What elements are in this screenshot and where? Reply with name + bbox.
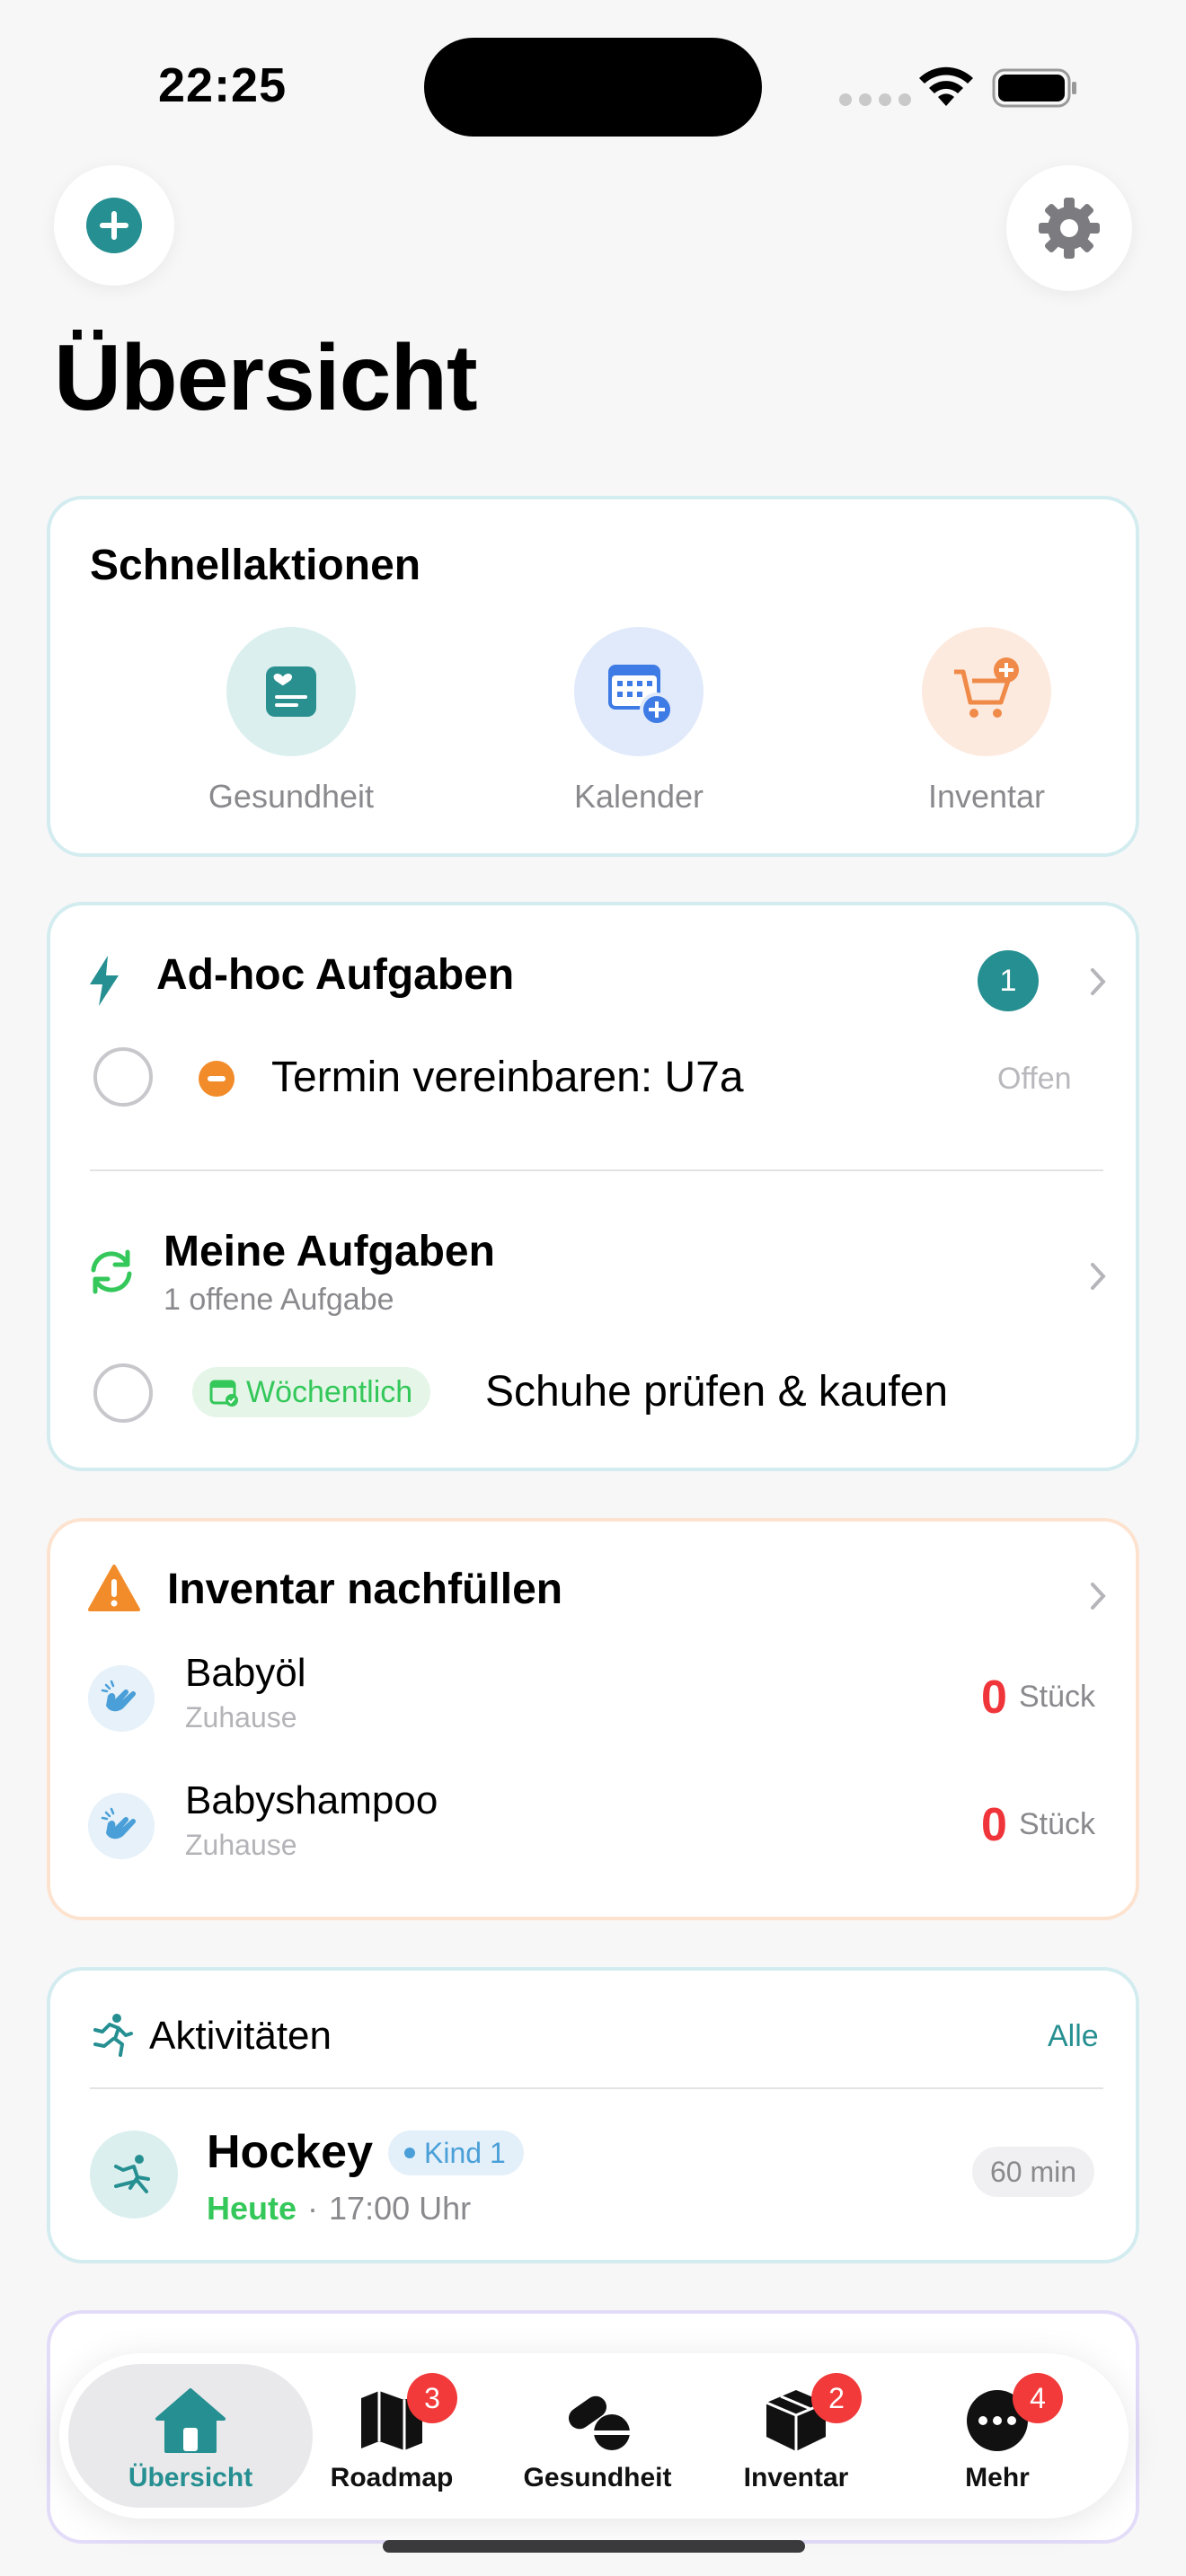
calendar-check-icon [209, 1380, 238, 1407]
inventory-item-name[interactable]: Babyshampoo [185, 1778, 438, 1823]
quick-action-label: Gesundheit [208, 778, 375, 815]
my-task-title[interactable]: Schuhe prüfen & kaufen [485, 1367, 948, 1416]
chevron-right-icon[interactable] [1082, 1581, 1112, 1611]
frequency-tag-label: Wöchentlich [246, 1374, 413, 1409]
tab-roadmap[interactable]: 3 Roadmap [302, 2353, 482, 2519]
tasks-card: Ad-hoc Aufgaben 1 Termin vereinbaren: U7… [47, 902, 1139, 1471]
status-time: 22:25 [158, 58, 288, 112]
tab-overview[interactable]: Übersicht [88, 2353, 293, 2519]
minus-circle-icon [199, 1061, 235, 1097]
inventory-title: Inventar nachfüllen [167, 1566, 563, 1613]
page-title: Übersicht [54, 326, 478, 430]
runner-icon [93, 2014, 133, 2057]
divider [90, 2087, 1103, 2089]
hockey-icon [90, 2130, 178, 2219]
activity-duration: 60 min [972, 2147, 1095, 2197]
my-tasks-subtitle: 1 offene Aufgabe [164, 1283, 394, 1317]
tab-label: Inventar [743, 2463, 849, 2492]
frequency-tag: Wöchentlich [192, 1367, 431, 1417]
house-icon [154, 2384, 227, 2457]
inventory-item-location: Zuhause [185, 1829, 297, 1861]
tab-label: Übersicht [128, 2463, 253, 2492]
quick-actions-title: Schnellaktionen [90, 542, 421, 589]
signal-icon [839, 93, 911, 106]
settings-button[interactable] [1006, 165, 1132, 291]
quick-action-calendar[interactable]: Kalender [504, 627, 774, 816]
hands-icon [88, 1793, 155, 1859]
tab-label: Gesundheit [523, 2463, 672, 2492]
activity-name[interactable]: Hockey [207, 2125, 373, 2179]
quick-action-inventory[interactable]: Inventar [852, 627, 1121, 816]
wifi-icon [919, 66, 973, 106]
tab-label: Mehr [965, 2463, 1030, 2492]
inventory-refill-card: Inventar nachfüllen Babyöl Zuhause 0 Stü… [47, 1518, 1139, 1920]
battery-icon [992, 68, 1076, 108]
dot-icon [404, 2148, 415, 2158]
tab-more[interactable]: 4 Mehr [907, 2353, 1087, 2519]
more-badge: 4 [1013, 2373, 1063, 2423]
map-icon: 3 [355, 2373, 457, 2457]
gear-icon [1039, 198, 1100, 259]
adhoc-task-title[interactable]: Termin vereinbaren: U7a [271, 1053, 744, 1102]
tab-health[interactable]: Gesundheit [503, 2353, 692, 2519]
activities-title: Aktivitäten [149, 2014, 332, 2058]
calendar-add-icon [574, 627, 704, 756]
quick-action-label: Kalender [573, 778, 704, 815]
chevron-right-icon[interactable] [1082, 966, 1112, 997]
inventory-item-unit: Stück [1019, 1680, 1096, 1714]
box-icon: 2 [759, 2373, 862, 2457]
quick-action-label: Inventar [927, 778, 1046, 815]
inventory-item-name[interactable]: Babyöl [185, 1651, 306, 1696]
chevron-right-icon[interactable] [1082, 1261, 1112, 1292]
tab-label: Roadmap [330, 2463, 454, 2492]
plus-circle-icon [86, 198, 142, 253]
child-tag-label: Kind 1 [424, 2136, 506, 2169]
warning-icon [88, 1565, 140, 1611]
activities-all-link[interactable]: Alle [1048, 2019, 1099, 2054]
hands-icon [88, 1665, 155, 1732]
roadmap-badge: 3 [407, 2373, 457, 2423]
activities-card: Aktivitäten Alle Hockey Kind 1 Heute · 1… [47, 1967, 1139, 2263]
adhoc-count-badge: 1 [978, 950, 1039, 1011]
my-task-checkbox[interactable] [93, 1363, 153, 1423]
tab-inventory[interactable]: 2 Inventar [706, 2353, 886, 2519]
my-tasks-title: Meine Aufgaben [164, 1228, 495, 1275]
divider [90, 1169, 1103, 1171]
tab-bar: Übersicht 3 Roadmap Gesundheit 2 Inventa… [59, 2353, 1128, 2519]
inventory-badge: 2 [811, 2373, 862, 2423]
pills-icon [561, 2384, 634, 2457]
child-tag: Kind 1 [388, 2130, 524, 2175]
inventory-item-qty: 0 [981, 1799, 1007, 1851]
adhoc-title: Ad-hoc Aufgaben [156, 951, 515, 999]
adhoc-task-checkbox[interactable] [93, 1047, 153, 1107]
bolt-icon [90, 956, 119, 1006]
health-card-icon [226, 627, 356, 756]
cart-add-icon [922, 627, 1051, 756]
dynamic-island [424, 38, 762, 137]
refresh-icon [91, 1249, 132, 1294]
activity-time: 17:00 Uhr [329, 2190, 472, 2227]
inventory-item-location: Zuhause [185, 1701, 297, 1734]
inventory-item-unit: Stück [1019, 1807, 1096, 1841]
home-indicator [383, 2540, 805, 2553]
activity-day: Heute [207, 2190, 297, 2227]
inventory-item-qty: 0 [981, 1672, 1007, 1724]
activity-schedule: Heute · 17:00 Uhr [207, 2190, 471, 2228]
adhoc-task-status: Offen [997, 1062, 1072, 1096]
more-icon: 4 [960, 2373, 1063, 2457]
quick-actions-card: Schnellaktionen Gesundheit Kalender Inve… [47, 496, 1139, 857]
add-button[interactable] [54, 165, 174, 286]
activity-separator: · [307, 2190, 319, 2227]
quick-action-health[interactable]: Gesundheit [156, 627, 426, 816]
